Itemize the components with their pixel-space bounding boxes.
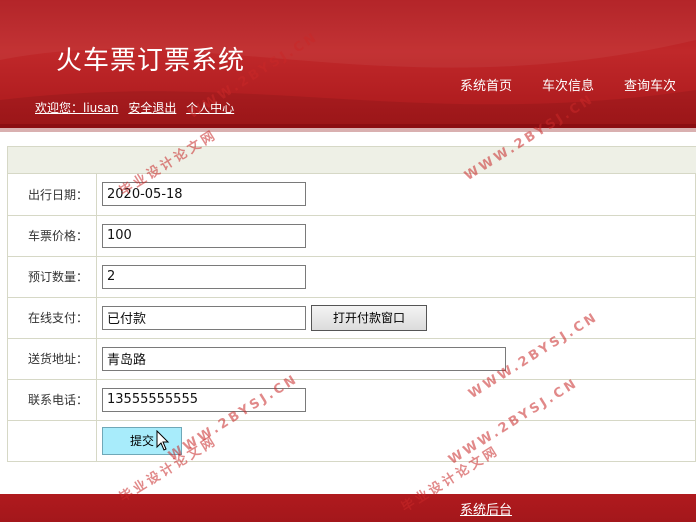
nav-search-train[interactable]: 查询车次: [624, 75, 676, 94]
open-payment-window-button[interactable]: 打开付款窗口: [311, 304, 427, 331]
form-row-address: 送货地址：: [7, 337, 696, 380]
site-title: 火车票订票系统: [56, 46, 246, 76]
logout-link[interactable]: 安全退出: [128, 101, 176, 115]
mouse-cursor-icon: [156, 430, 170, 451]
payment-label: 在线支付：: [7, 296, 97, 339]
price-input[interactable]: [102, 223, 306, 248]
quantity-label: 预订数量：: [7, 255, 97, 298]
date-input[interactable]: [102, 182, 306, 207]
footer-bar: 系统后台: [0, 494, 696, 522]
phone-label: 联系电话：: [7, 378, 97, 421]
form-row-phone: 联系电话：: [7, 378, 696, 421]
nav-train-info[interactable]: 车次信息: [542, 75, 594, 94]
submit-button[interactable]: 提交: [102, 426, 182, 455]
phone-input[interactable]: [102, 387, 306, 412]
address-input[interactable]: [102, 346, 506, 371]
form-row-payment: 在线支付： 打开付款窗口: [7, 296, 696, 339]
price-label: 车票价格：: [7, 214, 97, 257]
user-bar: 欢迎您：liusan 安全退出 个人中心: [35, 99, 240, 116]
form-row-quantity: 预订数量：: [7, 255, 696, 298]
submit-row-spacer: [7, 419, 97, 462]
header-banner: 火车票订票系统 欢迎您：liusan 安全退出 个人中心 系统首页 车次信息 查…: [0, 0, 696, 130]
form-row-date: 出行日期：: [7, 174, 696, 216]
header-divider-light: [0, 128, 696, 132]
address-label: 送货地址：: [7, 337, 97, 380]
nav-home[interactable]: 系统首页: [460, 75, 512, 94]
top-nav: 系统首页 车次信息 查询车次: [460, 75, 676, 94]
date-label: 出行日期：: [7, 174, 97, 216]
booking-form-table: 出行日期： 车票价格： 预订数量： 在线支付： 打开付款窗口 送货地址： 联系: [7, 174, 696, 462]
quantity-input[interactable]: [102, 264, 306, 289]
form-row-price: 车票价格：: [7, 214, 696, 257]
booking-form: 出行日期： 车票价格： 预订数量： 在线支付： 打开付款窗口 送货地址： 联系: [7, 146, 696, 462]
profile-link[interactable]: 个人中心: [186, 101, 234, 115]
payment-status-input[interactable]: [102, 305, 306, 330]
welcome-user-link[interactable]: 欢迎您：liusan: [35, 101, 119, 115]
admin-link[interactable]: 系统后台: [460, 499, 512, 518]
form-row-submit: 提交: [7, 419, 696, 462]
form-header-bar: [7, 146, 696, 174]
